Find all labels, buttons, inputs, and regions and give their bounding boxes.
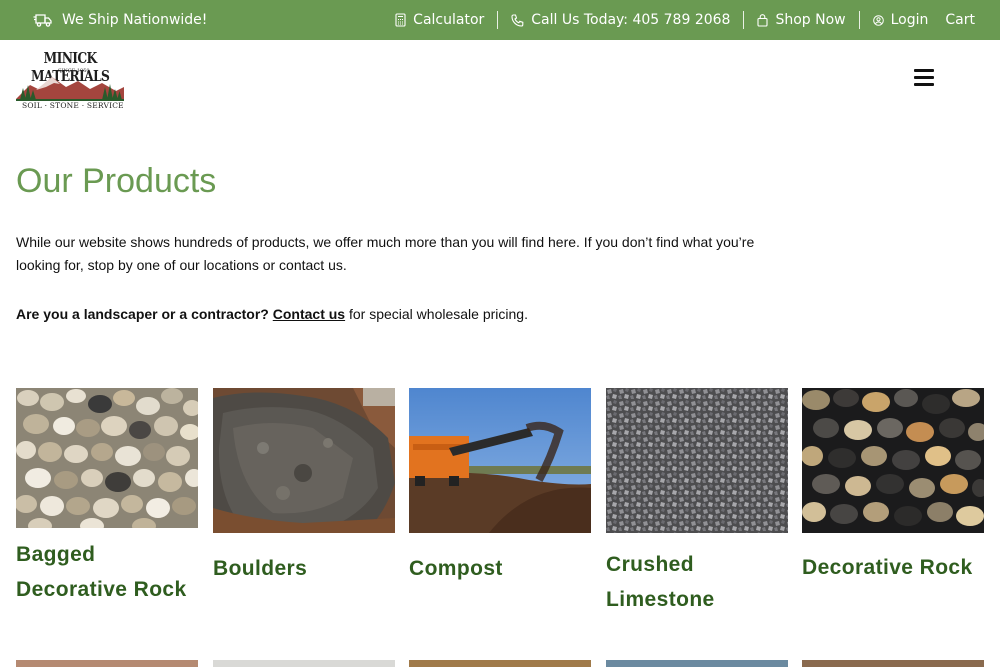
calculator-link[interactable]: Calculator bbox=[395, 12, 484, 28]
page-title: Our Products bbox=[16, 162, 217, 200]
ship-nationwide: We Ship Nationwide! bbox=[33, 12, 207, 28]
product-image-partial[interactable] bbox=[213, 660, 395, 667]
site-header: MINICK MATERIALS SINCE 1950 SOIL · STONE… bbox=[0, 40, 1000, 125]
hamburger-menu-icon[interactable] bbox=[914, 69, 934, 87]
product-image[interactable] bbox=[16, 388, 198, 528]
product-name[interactable]: Bagged Decorative Rock bbox=[16, 537, 198, 607]
shop-now-link[interactable]: Shop Now bbox=[757, 12, 846, 28]
login-link[interactable]: Login bbox=[872, 12, 929, 28]
cart-label: Cart bbox=[945, 12, 975, 28]
wholesale-text: Are you a landscaper or a contractor? Co… bbox=[16, 303, 756, 326]
cart-link[interactable]: Cart bbox=[945, 12, 975, 28]
phone-label: Call Us Today: 405 789 2068 bbox=[531, 12, 731, 28]
product-image[interactable] bbox=[606, 388, 788, 533]
login-label: Login bbox=[890, 12, 929, 28]
product-name[interactable]: Decorative Rock bbox=[802, 550, 984, 585]
shopping-bag-icon bbox=[757, 13, 769, 27]
product-card-crushed-limestone[interactable]: Crushed Limestone bbox=[606, 388, 788, 617]
wholesale-rest: for special wholesale pricing. bbox=[345, 306, 528, 322]
top-links: Calculator Call Us Today: 405 789 2068 S… bbox=[395, 11, 975, 29]
divider bbox=[743, 11, 745, 29]
mountain-logo-icon bbox=[16, 77, 124, 101]
product-image-partial[interactable] bbox=[606, 660, 788, 667]
product-card-compost[interactable]: Compost bbox=[409, 388, 591, 586]
product-image[interactable] bbox=[213, 388, 395, 533]
shop-now-label: Shop Now bbox=[775, 12, 846, 28]
site-logo[interactable]: MINICK MATERIALS SINCE 1950 SOIL · STONE… bbox=[16, 49, 124, 113]
calculator-icon bbox=[395, 13, 406, 27]
phone-link[interactable]: Call Us Today: 405 789 2068 bbox=[511, 12, 730, 28]
phone-icon bbox=[511, 13, 524, 27]
wholesale-question: Are you a landscaper or a contractor? bbox=[16, 306, 269, 322]
logo-tagline: SOIL · STONE · SERVICE bbox=[22, 101, 124, 110]
product-name[interactable]: Compost bbox=[409, 551, 591, 586]
product-name[interactable]: Crushed Limestone bbox=[606, 547, 788, 617]
product-image[interactable] bbox=[802, 388, 984, 533]
top-bar: We Ship Nationwide! Calculator Call Us T… bbox=[0, 0, 1000, 40]
truck-icon bbox=[33, 12, 53, 28]
product-image-partial[interactable] bbox=[409, 660, 591, 667]
product-image-partial[interactable] bbox=[16, 660, 198, 667]
user-icon bbox=[872, 14, 884, 26]
contact-us-link[interactable]: Contact us bbox=[273, 306, 345, 322]
calculator-label: Calculator bbox=[413, 12, 485, 28]
ship-nationwide-text: We Ship Nationwide! bbox=[62, 12, 208, 28]
intro-text: While our website shows hundreds of prod… bbox=[16, 234, 755, 273]
product-image-partial[interactable] bbox=[802, 660, 984, 667]
divider bbox=[497, 11, 499, 29]
product-card-decorative-rock[interactable]: Decorative Rock bbox=[802, 388, 984, 585]
product-image[interactable] bbox=[409, 388, 591, 533]
product-card-boulders[interactable]: Boulders bbox=[213, 388, 395, 586]
divider bbox=[858, 11, 860, 29]
product-name[interactable]: Boulders bbox=[213, 551, 395, 586]
product-card-bagged-decorative-rock[interactable]: Bagged Decorative Rock bbox=[16, 388, 198, 607]
